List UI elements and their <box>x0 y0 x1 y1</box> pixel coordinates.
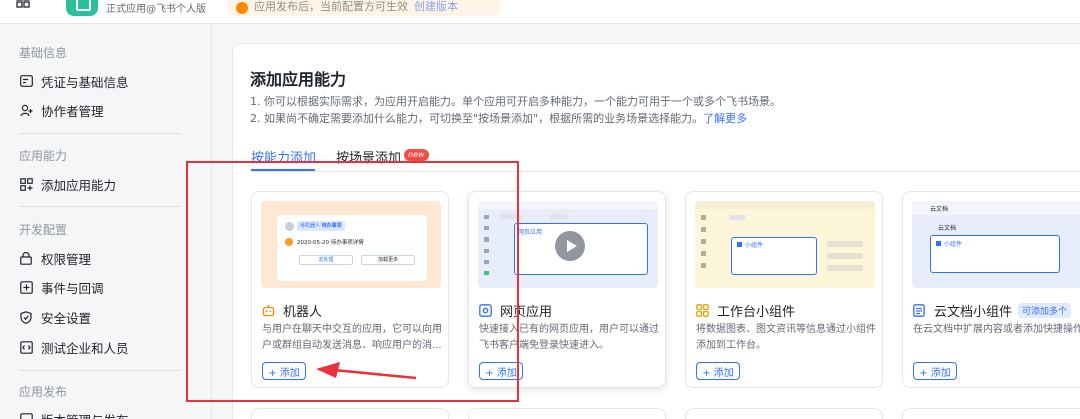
preview-button-1: 去处理 <box>299 255 353 265</box>
web-app-icon <box>479 304 492 317</box>
sidebar-section-basic: 基础信息 <box>19 46 68 60</box>
card-title-text: 工作台小组件 <box>717 305 796 320</box>
sidebar-section-capabilities: 应用能力 <box>19 149 68 163</box>
sidebar-item-test-users[interactable]: 测试企业和人员 <box>19 336 129 358</box>
app-subtitle: 正式应用@飞书个人版 <box>106 4 206 15</box>
learn-more-link[interactable]: 了解更多 <box>703 112 747 125</box>
lock-icon <box>19 251 33 265</box>
multiple-badge: 可添加多个 <box>1018 303 1072 318</box>
sidebar-item-events[interactable]: 事件与回调 <box>19 276 104 298</box>
capability-card[interactable] <box>685 408 883 419</box>
event-icon <box>19 280 33 294</box>
capability-card-bot[interactable]: 待机器人 待办事项 2020-05-20 待办事项详情 去处理 加载更多 机器人… <box>251 191 449 388</box>
tab-by-capability[interactable]: 按能力添加 <box>251 147 316 166</box>
app-grid-icon[interactable] <box>16 0 30 8</box>
page-title: 添加应用能力 <box>250 70 347 89</box>
card-description: 与用户在聊天中交互的应用，它可以向用户或群组自动发送消息、响应用户的消... <box>262 324 442 351</box>
add-docs-widget-button[interactable]: + 添加 <box>913 362 957 380</box>
card-title-text: 机器人 <box>283 305 323 320</box>
sidebar-divider <box>19 133 181 134</box>
sidebar-item-credentials[interactable]: 凭证与基础信息 <box>19 70 129 92</box>
add-bot-button[interactable]: + 添加 <box>262 362 306 380</box>
bot-preview-image: 待机器人 待办事项 2020-05-20 待办事项详情 去处理 加载更多 <box>261 201 441 288</box>
capability-card-workplace-widget[interactable]: 小组件 工作台小组件 将数据图表、图文资讯等信息通过小组件添加到工作台。 + 添… <box>685 191 883 388</box>
widget-icon <box>696 304 709 317</box>
sidebar-item-security[interactable]: 安全设置 <box>19 306 91 328</box>
sidebar-item-add-capability[interactable]: 添加应用能力 <box>19 173 116 195</box>
tabs-divider <box>250 171 1080 172</box>
app-logo <box>66 0 98 16</box>
capability-card-web-app[interactable]: 网页应用 网页应用 快速接入已有的网页应用，用户可以通过飞书客户端免登录快速进入… <box>468 191 666 388</box>
add-workplace-widget-button[interactable]: + 添加 <box>696 362 740 380</box>
card-description: 在云文档中扩展内容或者添加快捷操作。 <box>913 324 1080 335</box>
web-app-preview-video[interactable]: 网页应用 <box>478 201 658 288</box>
preview-line: 2020-05-20 待办事项详情 <box>297 240 364 246</box>
capability-card[interactable] <box>251 408 449 419</box>
shield-icon <box>19 310 33 324</box>
sidebar-item-label: 事件与回调 <box>41 280 104 296</box>
sidebar-item-collaborators[interactable]: 协作者管理 <box>19 99 104 121</box>
document-icon <box>913 304 926 317</box>
sidebar-item-label: 测试企业和人员 <box>41 340 129 356</box>
preview-header: 云文档 <box>930 206 949 213</box>
preview-chip: 待办事项 <box>321 223 342 229</box>
publish-notice: 应用发布后，当前配置方可生效 创建版本 <box>228 0 500 16</box>
description-text: 2. 如果尚不确定需要添加什么能力，可切换至"按场景添加"，根据所需的业务场景选… <box>250 112 704 125</box>
preview-bot-name: 待机器人 <box>300 223 321 229</box>
sidebar-section-dev-config: 开发配置 <box>19 223 68 237</box>
sidebar-item-label: 凭证与基础信息 <box>41 74 129 90</box>
version-icon <box>19 412 33 419</box>
capability-card-docs-widget[interactable]: 云文档 云文档 小组件 云文档小组件 可添加多个 在云文档中扩展内容或者添加快捷… <box>902 191 1080 388</box>
docs-widget-preview-image: 云文档 云文档 小组件 <box>912 201 1080 288</box>
preview-label: 小组件 <box>944 241 963 248</box>
sidebar-section-release: 应用发布 <box>19 385 68 399</box>
test-icon <box>19 340 33 354</box>
sidebar-item-label: 安全设置 <box>41 310 92 326</box>
sidebar-item-label: 权限管理 <box>41 251 92 267</box>
card-title-text: 云文档小组件 <box>934 305 1013 320</box>
capability-card[interactable] <box>468 408 666 419</box>
preview-label: 网页应用 <box>518 229 543 236</box>
add-web-app-button[interactable]: + 添加 <box>479 362 523 380</box>
preview-label: 小组件 <box>745 242 764 249</box>
description-line-1: 1. 你可以根据实际需求，为应用开启能力。单个应用可开启多种能力，一个能力可用于… <box>250 95 781 108</box>
sidebar-item-label: 协作者管理 <box>41 103 104 119</box>
workplace-widget-preview-image: 小组件 <box>695 201 875 288</box>
description-line-2: 2. 如果尚不确定需要添加什么能力，可切换至"按场景添加"，根据所需的业务场景选… <box>250 110 747 126</box>
card-title: 机器人 <box>262 301 322 320</box>
capability-card[interactable] <box>902 408 1080 419</box>
preview-button-2: 加载更多 <box>361 255 415 265</box>
apps-grid-icon <box>19 177 33 191</box>
sidebar-item-label: 版本管理与发布 <box>41 410 129 419</box>
tab-by-scenario[interactable]: 按场景添加 <box>336 147 401 166</box>
sidebar-item-permissions[interactable]: 权限管理 <box>19 247 91 269</box>
sidebar-item-label: 添加应用能力 <box>41 177 117 193</box>
bot-icon <box>262 304 275 317</box>
credentials-icon <box>19 74 33 88</box>
warning-icon <box>236 2 248 14</box>
new-badge: new <box>404 149 429 161</box>
notice-text: 应用发布后，当前配置方可生效 <box>254 0 408 13</box>
top-bar: 正式应用@飞书个人版 应用发布后，当前配置方可生效 创建版本 <box>0 0 1080 24</box>
play-icon[interactable] <box>555 231 585 261</box>
add-user-icon <box>19 103 33 117</box>
sidebar-item-versions[interactable]: 版本管理与发布 <box>19 408 129 419</box>
sidebar-divider <box>19 206 181 207</box>
card-title: 工作台小组件 <box>696 301 795 320</box>
sidebar-divider <box>19 370 181 371</box>
card-title-text: 网页应用 <box>500 305 553 320</box>
card-title: 网页应用 <box>479 301 552 320</box>
card-description: 快速接入已有的网页应用，用户可以通过飞书客户端免登录快速进入。 <box>479 324 659 351</box>
preview-sub: 云文档 <box>938 225 957 232</box>
create-version-link[interactable]: 创建版本 <box>414 0 458 14</box>
card-title: 云文档小组件 可添加多个 <box>913 301 1072 320</box>
card-description: 将数据图表、图文资讯等信息通过小组件添加到工作台。 <box>696 324 876 351</box>
